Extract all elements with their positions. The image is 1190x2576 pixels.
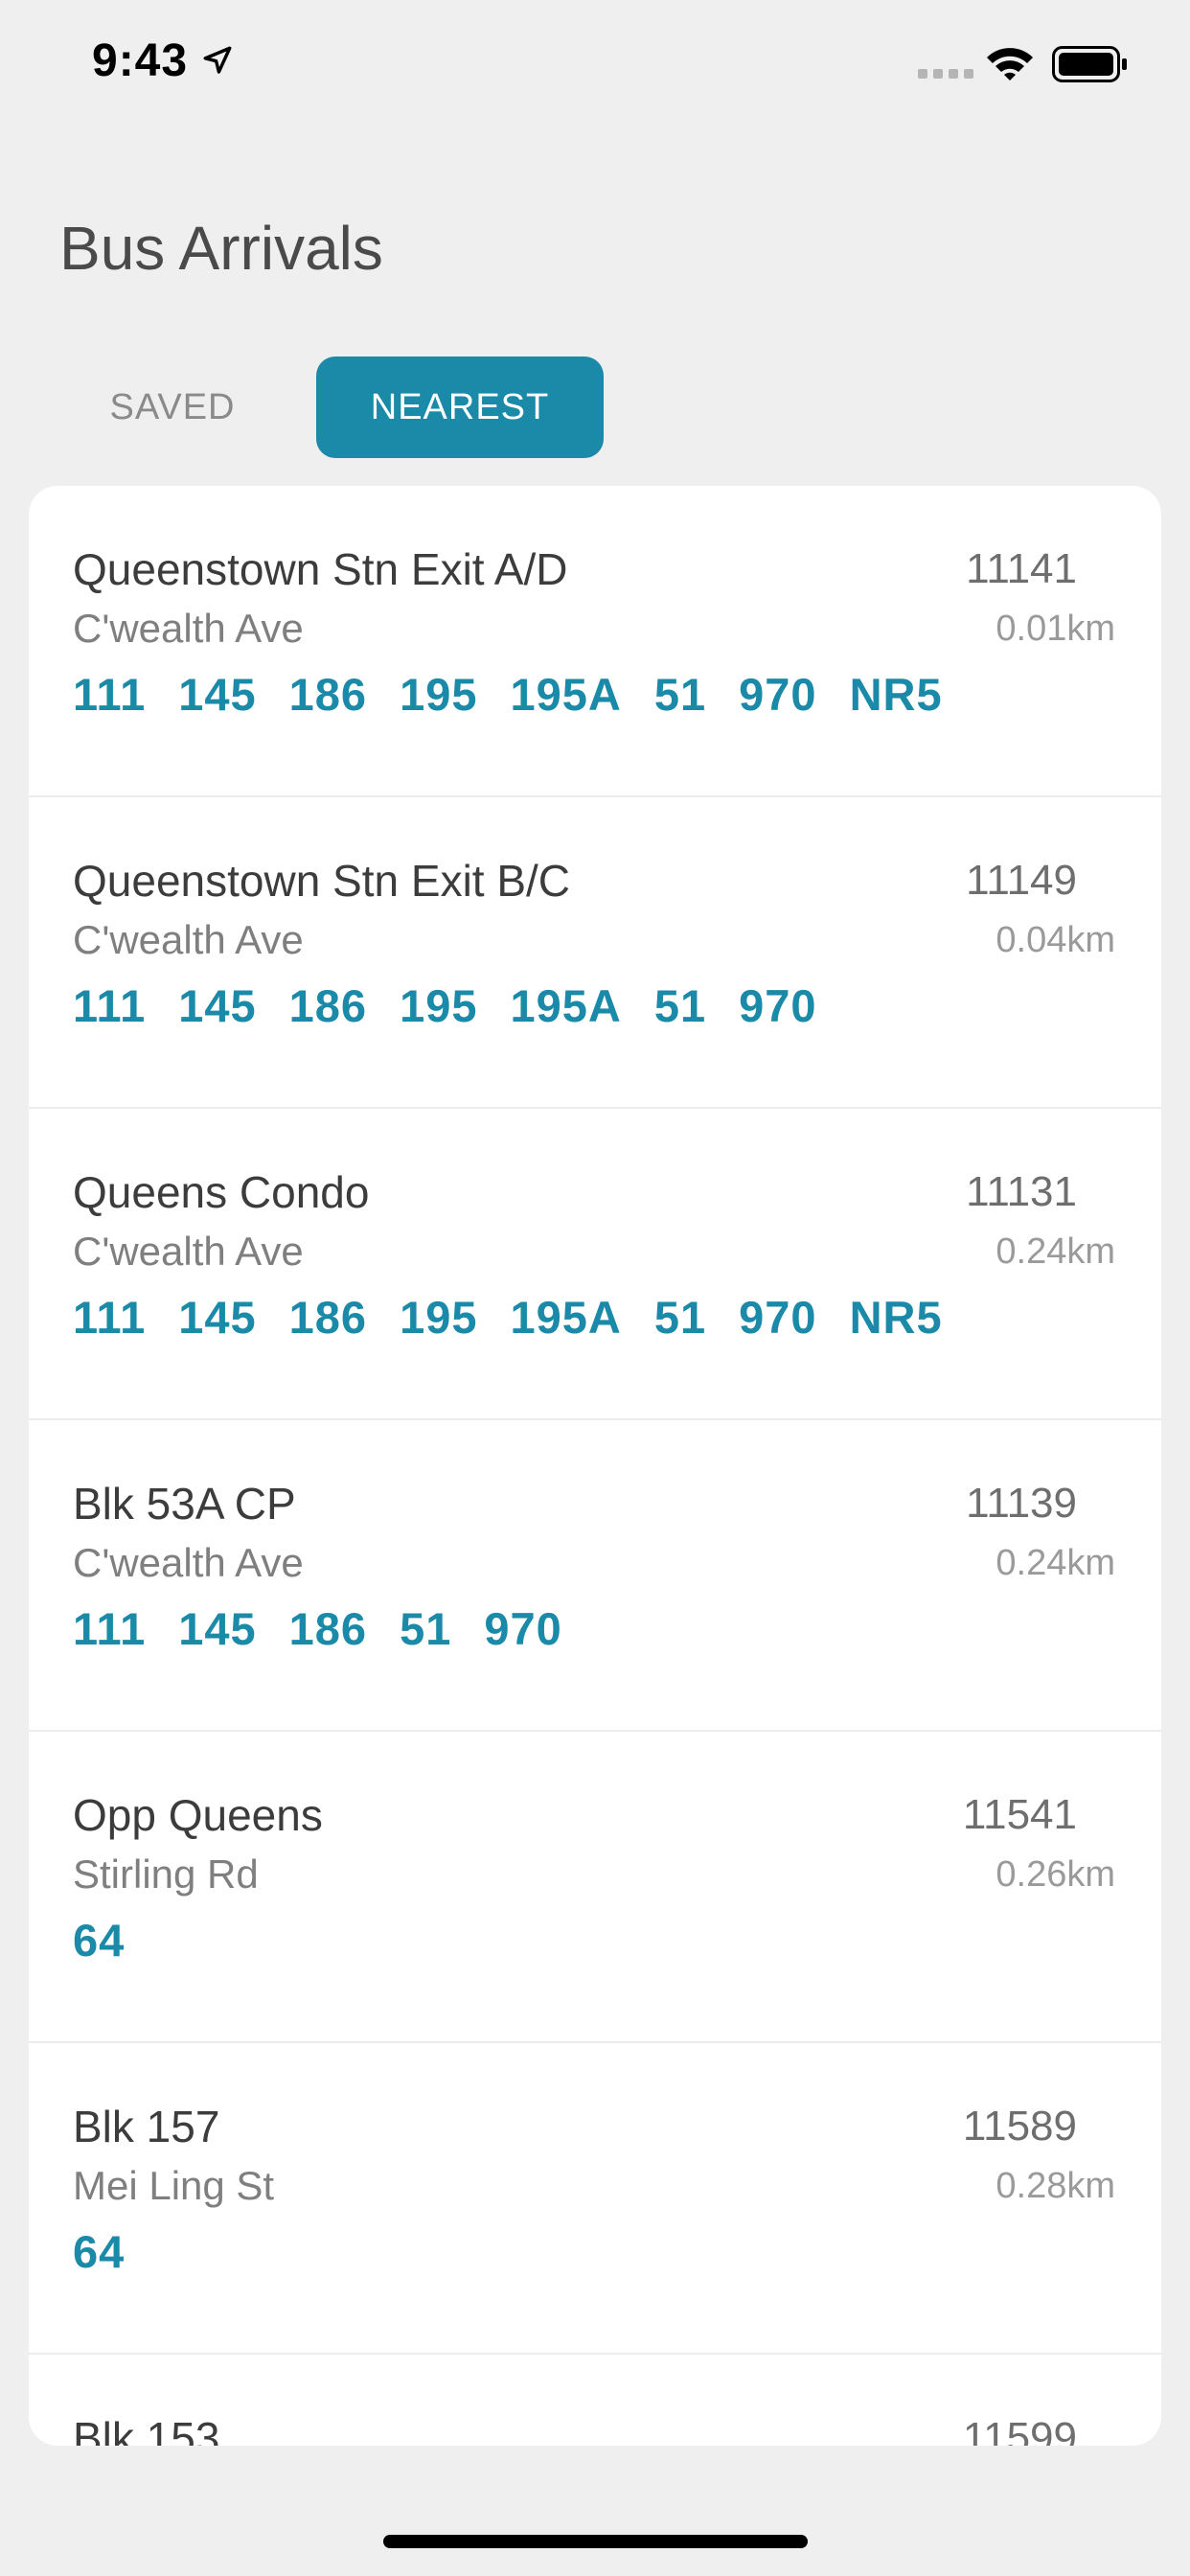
bus-stop-row[interactable]: Blk 157 Mei Ling St 11589 0.28km 64 [29,2043,1161,2355]
bus-service-number: 111 [73,669,147,720]
bus-service-number: 111 [73,1603,147,1654]
bus-service-number: 145 [178,980,257,1031]
stop-road: C'wealth Ave [73,1540,304,1585]
stop-code: 11141 [966,545,1077,592]
bus-service-number: 970 [739,980,817,1031]
bus-service-number: 51 [653,669,707,720]
bus-service-number: 195 [400,669,478,720]
bus-service-number: 51 [400,1603,452,1654]
bus-service-number: 145 [178,1603,257,1654]
location-arrow-icon [203,46,232,74]
stop-code: 11589 [962,2103,1077,2150]
stop-distance: 0.26km [995,1854,1115,1895]
bus-service-number: 64 [73,1915,126,1966]
cellular-signal-icon [918,69,973,79]
bus-service-number: 195A [510,669,622,720]
stop-road: C'wealth Ave [73,917,304,962]
tab-saved[interactable]: SAVED [57,356,287,458]
bus-service-number: 186 [288,1292,368,1343]
service-list: 64 [73,1914,125,1971]
service-list: 64 [73,2225,125,2283]
status-bar: 9:43 [0,0,1190,126]
battery-icon [1052,46,1127,82]
status-time: 9:43 [92,35,189,86]
bus-service-number: 186 [288,980,368,1031]
home-indicator [383,2535,808,2548]
stop-road: Mei Ling St [73,2163,275,2208]
bus-service-number: 186 [288,1603,368,1654]
stop-name: Blk 157 [73,2102,220,2151]
bus-stop-row[interactable]: Blk 53A CP C'wealth Ave 11139 0.24km 111 145 1… [29,1420,1161,1732]
bus-service-number: 145 [178,1292,257,1343]
bus-service-number: 186 [288,669,368,720]
bus-service-number: 51 [653,980,707,1031]
bus-service-number: 195 [400,980,478,1031]
bus-service-number: 64 [73,2226,126,2277]
service-list: 111 145 186 51 970 [73,1602,562,1660]
stop-road: C'wealth Ave [73,1229,304,1274]
stop-code: 11541 [962,1791,1077,1838]
bus-service-number: 111 [73,1292,147,1343]
page-title: Bus Arrivals [59,214,383,283]
stop-name: Blk 53A CP [73,1479,296,1529]
stop-distance: 0.24km [995,1543,1115,1583]
bus-service-number: 970 [739,1292,817,1343]
bus-service-number: 195A [510,1292,622,1343]
stop-name: Queenstown Stn Exit B/C [73,856,571,906]
stop-code: 11139 [966,1480,1077,1527]
bus-stop-row[interactable]: Queenstown Stn Exit A/D C'wealth Ave 11141… [29,486,1161,797]
wifi-icon [987,48,1033,80]
stop-distance: 0.24km [995,1231,1115,1272]
bus-service-number: 195 [400,1292,478,1343]
bus-service-number: 970 [739,669,817,720]
stop-road: C'wealth Ave [73,606,304,651]
stop-name: Blk 153 [73,2413,220,2446]
stop-name: Opp Queens [73,1790,323,1840]
tab-bar: SAVED NEAREST [0,356,1190,458]
stop-code: 11131 [966,1168,1077,1215]
bus-service-number: 111 [73,980,147,1031]
tab-nearest[interactable]: NEAREST [316,356,604,458]
stop-code: 11599 [962,2414,1077,2446]
stop-list: Queenstown Stn Exit A/D C'wealth Ave 11141… [29,486,1161,2446]
bus-service-number: 145 [178,669,257,720]
stop-code: 11149 [966,857,1077,904]
stop-distance: 0.04km [995,920,1115,960]
stop-distance: 0.28km [995,2166,1115,2206]
service-list: 111 145 186 195 195A 51 970 NR5 [73,668,943,725]
bus-service-number: NR5 [849,669,943,720]
stop-road: Stirling Rd [73,1852,259,1897]
bus-stop-row[interactable]: Queens Condo C'wealth Ave 11131 0.24km 111 14… [29,1109,1161,1420]
service-list: 111 145 186 195 195A 51 970 [73,979,817,1037]
stop-name: Queenstown Stn Exit A/D [73,544,568,594]
bus-stop-row[interactable]: Queenstown Stn Exit B/C C'wealth Ave 11149… [29,797,1161,1109]
service-list: 111 145 186 195 195A 51 970 NR5 [73,1291,943,1348]
bus-stop-row[interactable]: Opp Queens Stirling Rd 11541 0.26km 64 [29,1732,1161,2043]
bus-service-number: 970 [484,1603,562,1654]
bus-stop-row[interactable]: Blk 153 11599 [29,2355,1161,2446]
stop-name: Queens Condo [73,1167,370,1217]
stop-distance: 0.01km [995,609,1115,649]
bus-service-number: NR5 [849,1292,943,1343]
bus-service-number: 195A [510,980,622,1031]
bus-service-number: 51 [653,1292,707,1343]
